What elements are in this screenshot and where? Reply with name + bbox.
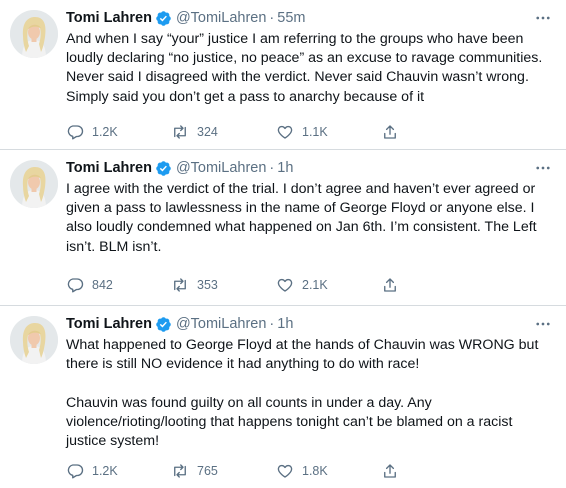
tweet-text-line: loudly declaring “no justice, no peace” … [66, 50, 543, 67]
like-count: 1.1K [302, 125, 328, 139]
separator-dot: · [269, 316, 275, 332]
tweet-header: Tomi Lahren @TomiLahren · 1h [66, 314, 554, 334]
like-icon [277, 125, 293, 139]
more-options-icon[interactable] [532, 8, 554, 28]
display-name[interactable]: Tomi Lahren [66, 316, 152, 332]
tweet-feed: Tomi Lahren @TomiLahren · 55m And when I… [0, 0, 566, 488]
reply-icon [67, 278, 84, 293]
reply-icon [67, 464, 84, 479]
share-icon [384, 278, 396, 292]
share-icon [384, 125, 396, 139]
timestamp[interactable]: 1h [277, 316, 293, 332]
display-name[interactable]: Tomi Lahren [66, 160, 152, 176]
timestamp[interactable]: 1h [277, 160, 293, 176]
avatar[interactable] [10, 316, 58, 364]
tweet-text: And when I say “your” justice I am refer… [66, 30, 554, 107]
tweet-header: Tomi Lahren @TomiLahren · 55m [66, 8, 554, 28]
tweet-text-line: violence/rioting/looting that happens to… [66, 413, 513, 430]
avatar[interactable] [10, 160, 58, 208]
tweet-text-line: Simply said you don’t get a pass to anar… [66, 88, 425, 105]
reply-count: 1.2K [92, 125, 118, 139]
separator-dot: · [269, 10, 275, 26]
reply-button[interactable]: 1.2K [66, 123, 171, 141]
tweet-actions: 842 353 2.1K [66, 275, 486, 295]
tweet-text-line: And when I say “your” justice I am refer… [66, 31, 524, 47]
tweet-text-line: given a pass to lawlessness in the name … [66, 200, 535, 217]
tweet-text-line: I agree with the verdict of the trial. I… [66, 181, 536, 197]
retweet-count: 765 [197, 464, 218, 478]
tweet-body: Tomi Lahren @TomiLahren · 1h I agree wit… [66, 158, 554, 257]
retweet-icon [174, 464, 186, 478]
tweet-text-line: also loudly condemned what happened on J… [66, 219, 537, 236]
share-icon [384, 464, 396, 478]
tweet-text-line: isn’t. BLM isn’t. [66, 238, 162, 255]
verified-badge-icon [156, 160, 171, 176]
avatar-image [10, 316, 58, 364]
more-options-icon[interactable] [532, 314, 554, 334]
reply-icon [67, 125, 84, 140]
tweet-text-line: What happened to George Floyd at the han… [66, 337, 539, 353]
tweet-body: Tomi Lahren @TomiLahren · 55m And when I… [66, 8, 554, 107]
like-count: 2.1K [302, 278, 328, 292]
avatar-image [10, 10, 58, 58]
like-button[interactable]: 2.1K [276, 276, 381, 294]
like-icon [277, 278, 293, 292]
reply-count: 1.2K [92, 464, 118, 478]
tweet-text: What happened to George Floyd at the han… [66, 336, 554, 451]
retweet-button[interactable]: 324 [171, 123, 276, 141]
display-name[interactable]: Tomi Lahren [66, 10, 152, 26]
retweet-icon [174, 278, 186, 292]
tweet-body: Tomi Lahren @TomiLahren · 1h What happen… [66, 314, 554, 451]
verified-badge-icon [156, 316, 171, 332]
tweet-text-line: Never said I disagreed with the verdict.… [66, 69, 529, 86]
reply-button[interactable]: 1.2K [66, 462, 171, 480]
avatar-image [10, 160, 58, 208]
reply-button[interactable]: 842 [66, 276, 171, 294]
like-count: 1.8K [302, 464, 328, 478]
like-icon [277, 464, 293, 478]
retweet-count: 324 [197, 125, 218, 139]
tweet-text: I agree with the verdict of the trial. I… [66, 180, 554, 257]
reply-count: 842 [92, 278, 113, 292]
retweet-count: 353 [197, 278, 218, 292]
handle[interactable]: @TomiLahren [176, 316, 266, 332]
handle[interactable]: @TomiLahren [176, 10, 266, 26]
verified-badge-icon [156, 10, 171, 26]
tweet[interactable]: Tomi Lahren @TomiLahren · 55m And when I… [0, 0, 566, 150]
like-button[interactable]: 1.1K [276, 123, 381, 141]
tweet-header: Tomi Lahren @TomiLahren · 1h [66, 158, 554, 178]
share-button[interactable] [381, 276, 421, 294]
tweet-actions: 1.2K 765 1.8K [66, 461, 486, 481]
retweet-button[interactable]: 765 [171, 462, 276, 480]
retweet-button[interactable]: 353 [171, 276, 276, 294]
like-button[interactable]: 1.8K [276, 462, 381, 480]
separator-dot: · [269, 160, 275, 176]
tweet[interactable]: Tomi Lahren @TomiLahren · 1h I agree wit… [0, 150, 566, 306]
tweet-text-line: justice system! [66, 433, 160, 449]
share-button[interactable] [381, 123, 421, 141]
tweet-text-line: Chauvin was found guilty on all counts i… [66, 394, 432, 411]
retweet-icon [174, 125, 186, 139]
avatar[interactable] [10, 10, 58, 58]
handle[interactable]: @TomiLahren [176, 160, 266, 176]
more-options-icon[interactable] [532, 158, 554, 178]
timestamp[interactable]: 55m [277, 10, 305, 26]
tweet-text-line: there is still NO evidence it had anythi… [66, 356, 420, 373]
share-button[interactable] [381, 462, 421, 480]
tweet[interactable]: Tomi Lahren @TomiLahren · 1h What happen… [0, 306, 566, 488]
tweet-actions: 1.2K 324 1.1K [66, 122, 486, 142]
